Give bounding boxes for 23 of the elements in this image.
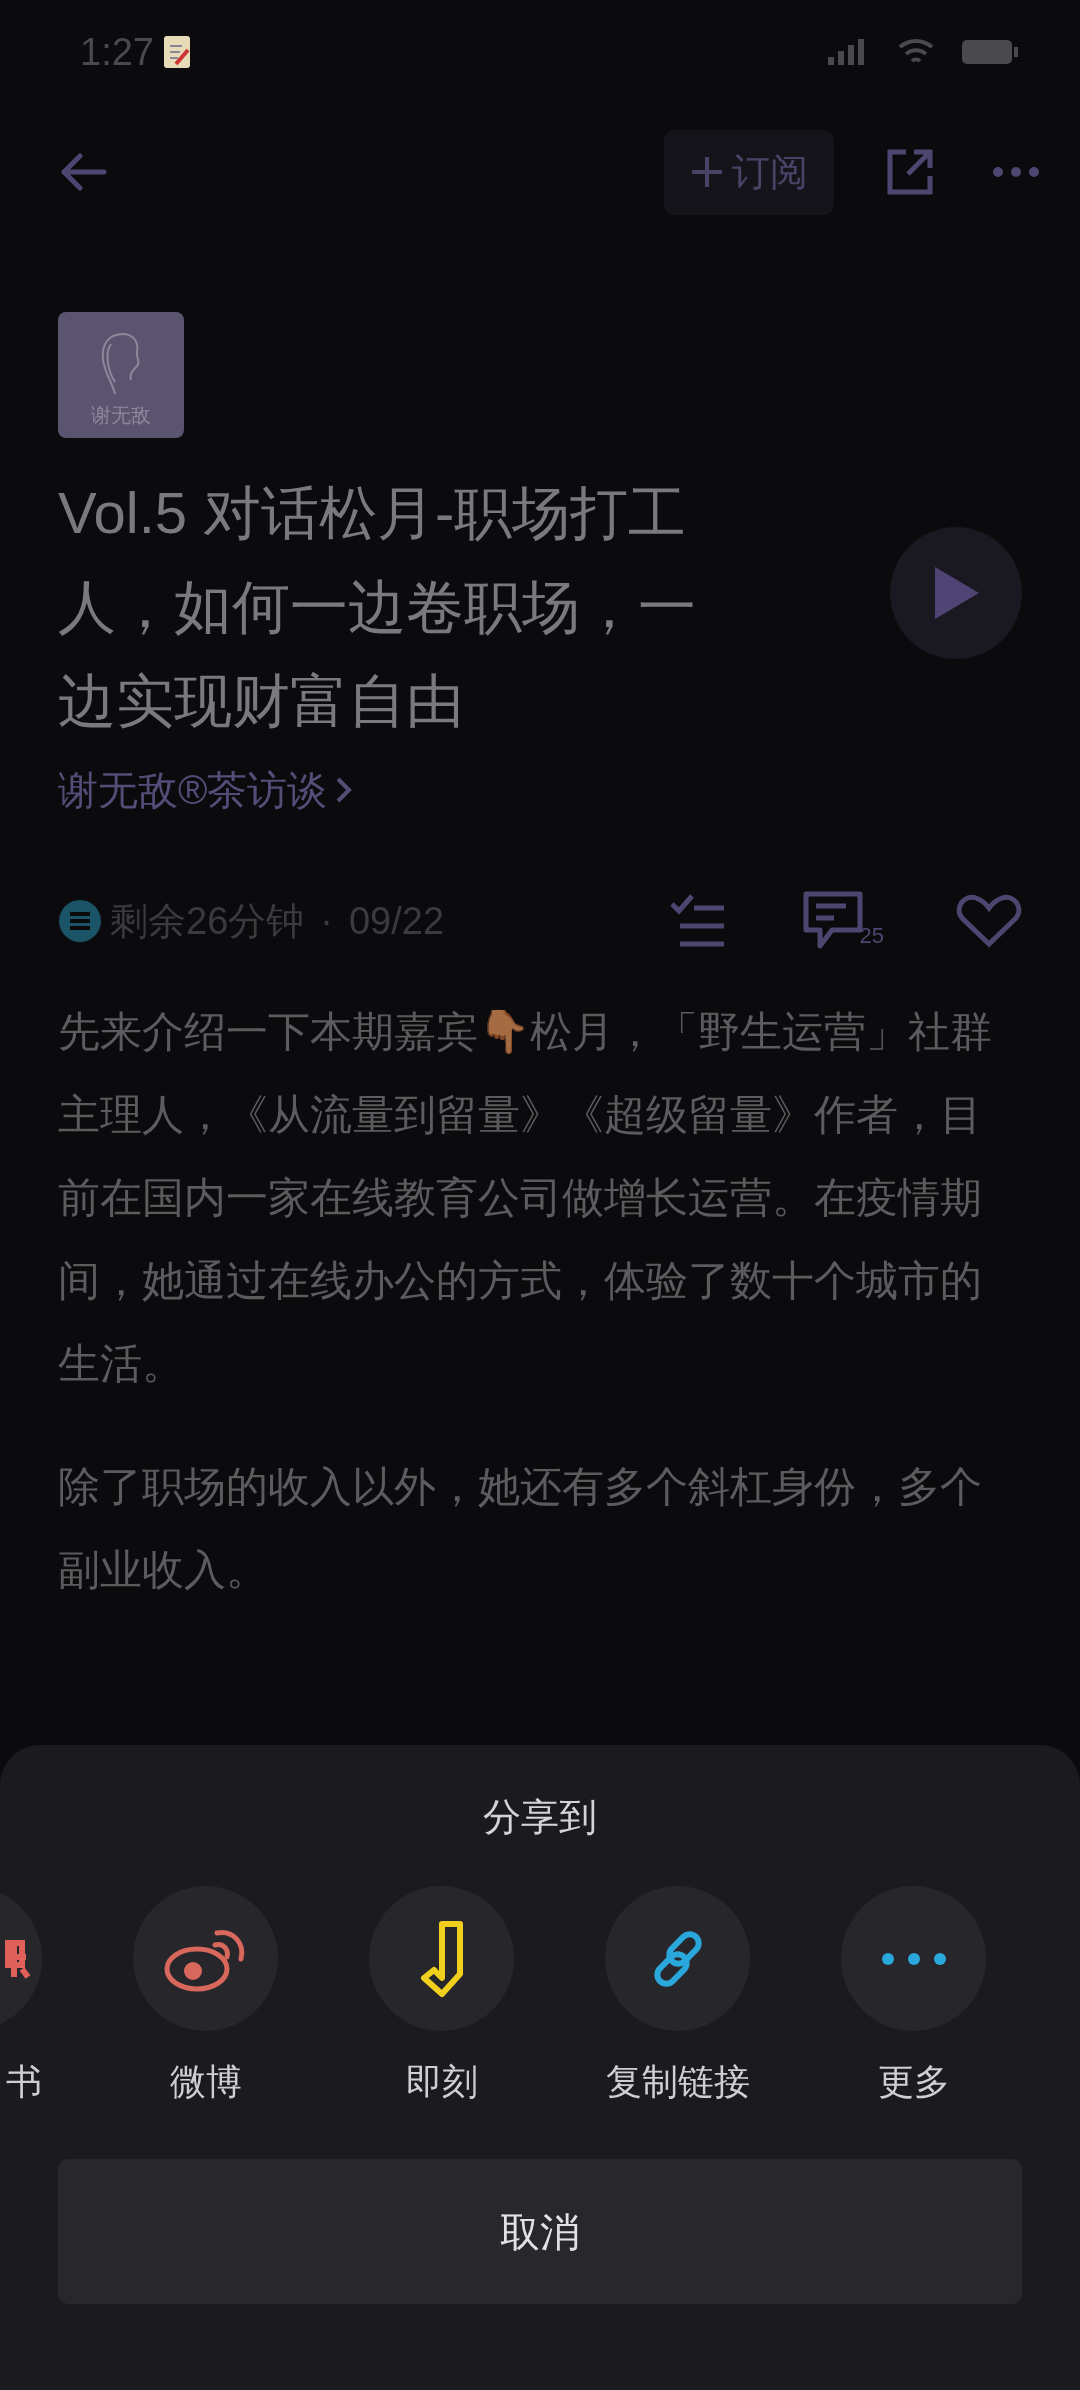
checklist-icon[interactable] [669, 894, 726, 948]
body-paragraph: 除了职场的收入以外，她还有多个斜杠身份，多个副业收入。 [58, 1462, 983, 1595]
share-label[interactable]: 书 [0, 2055, 42, 2109]
chevron-right-icon[interactable] [335, 776, 354, 804]
status-time: 1:27 [80, 29, 154, 75]
plus-icon [690, 155, 724, 189]
cancel-button[interactable]: 取消 [58, 2159, 1022, 2304]
heart-icon[interactable] [956, 894, 1022, 948]
more-icon [880, 1951, 947, 1966]
share-label[interactable]: 即刻 [369, 2055, 514, 2109]
notepad-icon [161, 34, 192, 70]
episode-title: Vol.5 对话松月-职场打工人，如何一边卷职场，一边实现财富自由 [58, 479, 697, 735]
share-label[interactable]: 更多 [841, 2055, 986, 2109]
battery-icon [960, 38, 1020, 66]
share-label[interactable]: 微博 [133, 2055, 278, 2109]
sheet-title: 分享到 [482, 1795, 598, 1840]
list-icon [58, 899, 102, 943]
body-paragraph: 先来介绍一下本期嘉宾👇🏾松月，「野生运营」社群主理人，《从流量到留量》《超级留量》作者，目前在国内一家在线教育公司做增长运营。在疫情期间，她通过在线办公的方式，体验了数十个城市的生活。 [58, 1007, 993, 1389]
jike-icon [419, 1919, 464, 1998]
share-label[interactable]: 复制链接 [605, 2055, 750, 2109]
comment-count: 25 [859, 922, 884, 950]
separator-dot: · [320, 898, 333, 944]
more-icon[interactable] [992, 166, 1040, 178]
